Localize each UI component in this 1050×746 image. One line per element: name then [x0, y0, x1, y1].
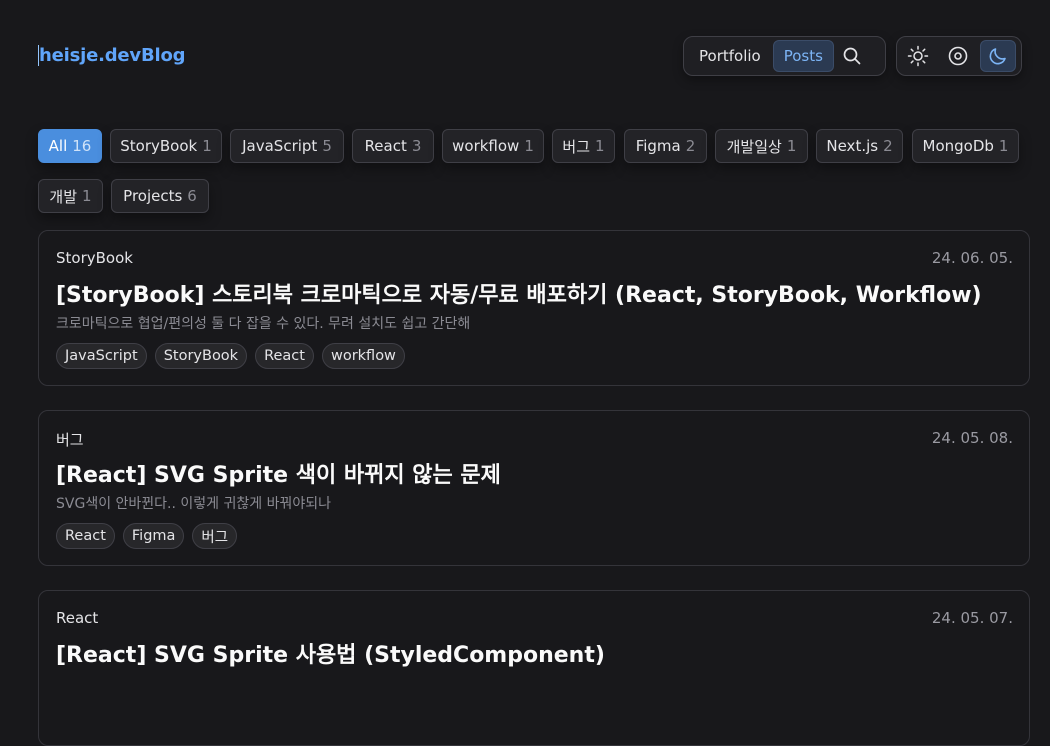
category-label: 버그 [562, 137, 591, 156]
post-title[interactable]: [React] SVG Sprite 사용법 (StyledComponent) [56, 637, 605, 669]
category-count: 1 [202, 137, 212, 155]
category-nextjs[interactable]: Next.js 2 [816, 129, 903, 163]
category-count: 1 [786, 137, 797, 155]
post-description: 크로마틱으로 협업/편의성 둘 다 잡을 수 있다. 무려 설치도 쉽고 간단해 [56, 316, 471, 332]
category-figma[interactable]: Figma 2 [624, 129, 707, 163]
post-card[interactable]: 버그 24. 05. 08. [React] SVG Sprite 색이 바뀌지… [38, 410, 1030, 566]
category-label: StoryBook [120, 137, 198, 155]
category-count: 2 [883, 137, 893, 155]
post-category: StoryBook [56, 249, 133, 267]
post-date: 24. 06. 05. [931, 249, 1013, 267]
system-icon[interactable] [940, 40, 976, 72]
category-count: 1 [82, 187, 92, 205]
category-dev[interactable]: 개발 1 [38, 179, 103, 213]
post-tag[interactable]: React [56, 523, 115, 549]
category-count: 5 [322, 137, 332, 155]
category-label: All [48, 137, 68, 155]
category-count: 1 [595, 137, 605, 155]
category-all[interactable]: All 16 [38, 129, 102, 163]
category-count: 1 [998, 137, 1009, 155]
post-tag[interactable]: Figma [122, 523, 185, 549]
post-tag[interactable]: 버그 [192, 523, 238, 549]
post-tag[interactable]: StoryBook [154, 343, 248, 369]
post-tag[interactable]: React [255, 343, 314, 369]
post-tag[interactable]: JavaScript [56, 343, 147, 369]
post-category: 버그 [56, 431, 84, 449]
post-description: SVG색이 안바뀐다.. 이렇게 귀찮게 바꿔야되나 [56, 496, 331, 512]
post-tags: React Figma 버그 [56, 523, 238, 549]
blog-logo[interactable]: heisje.devBlog [38, 45, 185, 66]
theme-switcher [896, 36, 1022, 76]
post-tag[interactable]: workflow [321, 343, 405, 369]
category-javascript[interactable]: JavaScript 5 [230, 129, 344, 163]
moon-icon[interactable] [980, 40, 1016, 72]
category-label: 개발일상 [726, 137, 782, 156]
category-count: 3 [411, 137, 422, 155]
category-bug[interactable]: 버그 1 [552, 129, 615, 163]
category-label: Projects [123, 187, 183, 205]
category-label: 개발 [49, 187, 78, 206]
category-workflow[interactable]: workflow 1 [442, 129, 544, 163]
category-label: React [364, 137, 407, 155]
nav-posts[interactable]: Posts [772, 40, 834, 72]
category-count: 6 [187, 187, 197, 205]
category-storybook[interactable]: StoryBook 1 [110, 129, 222, 163]
post-title[interactable]: [React] SVG Sprite 색이 바뀌지 않는 문제 [56, 457, 501, 489]
main-nav: Portfolio Posts [683, 36, 886, 76]
category-dev-daily[interactable]: 개발일상 1 [715, 129, 808, 163]
category-label: Figma [635, 137, 681, 155]
category-label: Next.js [826, 137, 879, 155]
category-label: workflow [452, 137, 520, 155]
category-label: JavaScript [242, 137, 318, 155]
category-count: 2 [685, 137, 696, 155]
category-projects[interactable]: Projects 6 [111, 179, 209, 213]
category-count: 16 [72, 137, 92, 155]
post-title[interactable]: [StoryBook] 스토리북 크로마틱으로 자동/무료 배포하기 (Reac… [56, 277, 982, 309]
category-react[interactable]: React 3 [352, 129, 434, 163]
post-category: React [56, 609, 99, 627]
post-date: 24. 05. 07. [931, 609, 1013, 627]
nav-portfolio[interactable]: Portfolio [689, 40, 771, 72]
search-icon[interactable] [836, 40, 868, 72]
category-mongodb[interactable]: MongoDb 1 [912, 129, 1019, 163]
post-tags: JavaScript StoryBook React workflow [56, 343, 405, 369]
category-count: 1 [524, 137, 534, 155]
post-card[interactable]: React 24. 05. 07. [React] SVG Sprite 사용법… [38, 590, 1030, 746]
post-card[interactable]: StoryBook 24. 06. 05. [StoryBook] 스토리북 크… [38, 230, 1030, 386]
site-header: heisje.devBlog Portfolio Posts [0, 0, 1050, 110]
category-label: MongoDb [922, 137, 994, 155]
sun-icon[interactable] [900, 40, 936, 72]
post-date: 24. 05. 08. [931, 429, 1013, 447]
